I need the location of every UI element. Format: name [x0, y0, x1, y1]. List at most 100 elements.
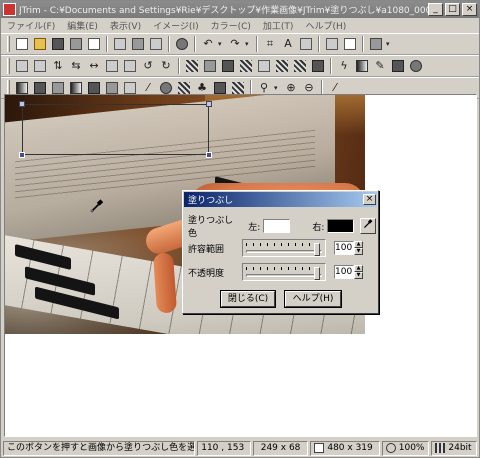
opacity-slider-thumb[interactable]: [314, 267, 320, 280]
toolbar-grip[interactable]: [7, 58, 10, 74]
title-bar[interactable]: JTrim - C:¥Documents and Settings¥Rie¥デス…: [1, 1, 479, 18]
menu-help[interactable]: ヘルプ(H): [299, 19, 352, 32]
opacity-label: 不透明度: [188, 268, 225, 279]
fill-color-row: 塗りつぶし色 左: 右:: [188, 213, 378, 239]
dialog-title-bar[interactable]: 塗りつぶし ×: [184, 192, 377, 207]
opacity-slider[interactable]: [242, 263, 326, 281]
menu-view[interactable]: 表示(V): [104, 19, 147, 32]
pen-icon[interactable]: ✎: [372, 58, 389, 75]
undo-icon[interactable]: ↶: [200, 36, 217, 53]
flip-icon[interactable]: [14, 58, 31, 75]
menu-color[interactable]: カラー(C): [205, 19, 257, 32]
text-icon[interactable]: [298, 36, 315, 53]
toolbar-separator: [194, 36, 196, 52]
opacity-down-icon[interactable]: ▼: [354, 272, 363, 279]
blur-icon[interactable]: [202, 58, 219, 75]
tolerance-label: 許容範囲: [188, 244, 225, 255]
eyedropper-icon: [364, 219, 373, 229]
copy-icon[interactable]: [112, 36, 129, 53]
left-color-label: 左:: [248, 222, 261, 233]
zoom-status-icon: [385, 443, 396, 453]
tolerance-down-icon[interactable]: ▼: [354, 248, 363, 255]
crop-icon[interactable]: ⌗: [262, 36, 279, 53]
minimize-button[interactable]: _: [428, 3, 443, 16]
bitdepth-icon: [435, 443, 446, 453]
font-icon[interactable]: A: [280, 36, 297, 53]
redo-icon[interactable]: ↷: [227, 36, 244, 53]
print-preview-icon[interactable]: [86, 36, 103, 53]
dialog-close-icon[interactable]: ×: [363, 194, 376, 205]
menu-edit[interactable]: 編集(E): [61, 19, 104, 32]
frame-icon[interactable]: [310, 58, 327, 75]
selection-rectangle[interactable]: [19, 101, 212, 158]
fill-color-label: 塗りつぶし色: [188, 216, 234, 239]
menu-process[interactable]: 加工(T): [257, 19, 300, 32]
grid-icon[interactable]: [324, 36, 341, 53]
sharpen-icon[interactable]: [220, 58, 237, 75]
gradient-icon[interactable]: [354, 58, 371, 75]
dialog-close-button[interactable]: 閉じる(C): [221, 291, 275, 307]
tolerance-up-icon[interactable]: ▲: [354, 241, 363, 248]
pick-color-button[interactable]: [360, 218, 376, 234]
resize-icon[interactable]: ↔: [86, 58, 103, 75]
save-icon[interactable]: [50, 36, 67, 53]
app-icon: [3, 3, 16, 16]
opacity-spinner[interactable]: 100 ▲ ▼: [334, 265, 363, 279]
opacity-row: 不透明度 100 ▲ ▼: [188, 263, 363, 281]
selection-handle-top-left[interactable]: [19, 101, 25, 107]
rotate-right-icon[interactable]: ↻: [158, 58, 175, 75]
menu-file[interactable]: ファイル(F): [1, 19, 61, 32]
rotate-icon[interactable]: ⇅: [50, 58, 67, 75]
new-file-icon[interactable]: [14, 36, 31, 53]
mirror-icon[interactable]: [32, 58, 49, 75]
undo-dropdown-icon[interactable]: ▾: [218, 36, 226, 53]
dialog-help-button[interactable]: ヘルプ(H): [285, 291, 341, 307]
right-color-swatch[interactable]: [327, 219, 355, 233]
status-bar: このボタンを押すと画像から塗りつぶし色を選択できます 110 , 153 249…: [1, 439, 479, 457]
texture-icon[interactable]: [292, 58, 309, 75]
expand-icon[interactable]: [122, 58, 139, 75]
tolerance-slider[interactable]: [242, 239, 326, 257]
mosaic-icon[interactable]: [184, 58, 201, 75]
redo-dropdown-icon[interactable]: ▾: [245, 36, 253, 53]
trim-icon[interactable]: [104, 58, 121, 75]
maximize-button[interactable]: □: [445, 3, 460, 16]
options-icon[interactable]: [368, 36, 385, 53]
effect-icon[interactable]: [390, 58, 407, 75]
selection-handle-top-right[interactable]: [206, 101, 212, 107]
emboss-icon[interactable]: [256, 58, 273, 75]
toolbar-separator: [106, 36, 108, 52]
toolbar-grip[interactable]: [7, 36, 10, 52]
fill-dialog: 塗りつぶし × 塗りつぶし色 左: 右: 許容範囲 100 ▲ ▼ 不透明度 1…: [182, 190, 379, 314]
open-folder-icon[interactable]: [32, 36, 49, 53]
status-message: このボタンを押すと画像から塗りつぶし色を選択できます: [3, 440, 196, 456]
menu-image[interactable]: イメージ(I): [147, 19, 205, 32]
tolerance-spinner[interactable]: 100 ▲ ▼: [334, 241, 363, 255]
lightning-icon[interactable]: ϟ: [336, 58, 353, 75]
dialog-title: 塗りつぶし: [188, 196, 234, 206]
status-coordinates: 110 , 153: [197, 440, 251, 456]
app-window: JTrim - C:¥Documents and Settings¥Rie¥デス…: [0, 0, 480, 458]
window-title: JTrim - C:¥Documents and Settings¥Rie¥デス…: [19, 6, 428, 16]
status-bitdepth: 24bit: [431, 440, 478, 456]
paste-icon[interactable]: [130, 36, 147, 53]
tolerance-slider-thumb[interactable]: [314, 243, 320, 256]
toolbar-separator: [168, 36, 170, 52]
selection-handle-bottom-right[interactable]: [206, 152, 212, 158]
window-icon[interactable]: [342, 36, 359, 53]
save-as-icon[interactable]: [68, 36, 85, 53]
opacity-value[interactable]: 100: [334, 265, 354, 279]
options-dropdown-icon[interactable]: ▾: [386, 36, 394, 53]
tolerance-value[interactable]: 100: [334, 241, 354, 255]
rotate-free-icon[interactable]: ⇆: [68, 58, 85, 75]
left-color-swatch[interactable]: [263, 219, 291, 233]
rotate-left-icon[interactable]: ↺: [140, 58, 157, 75]
edge-icon[interactable]: [274, 58, 291, 75]
noise-icon[interactable]: [238, 58, 255, 75]
opacity-up-icon[interactable]: ▲: [354, 265, 363, 272]
selection-handle-bottom-left[interactable]: [19, 152, 25, 158]
close-button[interactable]: ×: [462, 3, 477, 16]
paste-new-icon[interactable]: [148, 36, 165, 53]
ring-icon[interactable]: [408, 58, 425, 75]
hand-icon[interactable]: [174, 36, 191, 53]
